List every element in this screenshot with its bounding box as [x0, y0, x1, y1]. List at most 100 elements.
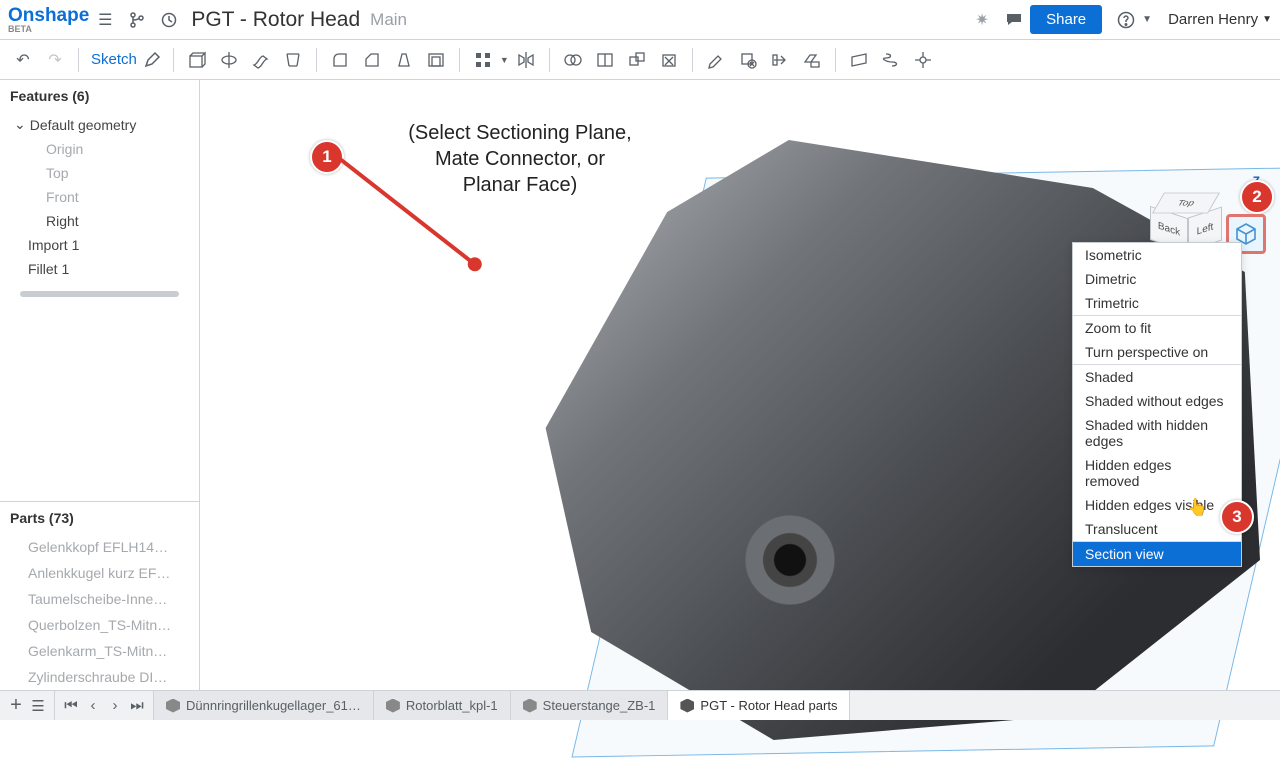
menu-translucent[interactable]: Translucent [1073, 517, 1241, 541]
tab-list-button[interactable]: ☰ [28, 697, 48, 715]
plane-button[interactable] [844, 45, 874, 75]
part-row[interactable]: Zylinderschraube DI… [0, 664, 199, 690]
menu-shaded-hidden[interactable]: Shaded with hidden edges [1073, 413, 1241, 453]
pattern-button[interactable] [468, 45, 498, 75]
cube-face-top[interactable]: Top [1152, 193, 1220, 214]
callout-2: 2 [1240, 180, 1274, 214]
transform-button[interactable] [622, 45, 652, 75]
chevron-down-icon: ⌄ [14, 116, 26, 133]
loft-button[interactable] [278, 45, 308, 75]
branch-label[interactable]: Main [370, 10, 407, 30]
tree-item-origin[interactable]: Origin [0, 137, 199, 161]
tab-prev-button[interactable]: ‹ [83, 697, 103, 714]
tab-first-button[interactable]: ⏮ [61, 697, 81, 714]
beta-badge: BETA [8, 25, 89, 34]
parts-heading: Parts (73) [0, 502, 199, 534]
menu-dimetric[interactable]: Dimetric [1073, 267, 1241, 291]
history-icon[interactable] [157, 8, 181, 32]
menu-section-view[interactable]: Section view [1073, 542, 1241, 566]
redo-button[interactable]: ↷ [40, 45, 70, 75]
tab-item-active[interactable]: PGT - Rotor Head parts [668, 691, 850, 720]
part-row[interactable]: Anlenkkugel kurz EF… [0, 560, 199, 586]
revolve-button[interactable] [214, 45, 244, 75]
help-icon[interactable] [1114, 8, 1138, 32]
branch-icon[interactable] [125, 8, 149, 32]
menu-shaded[interactable]: Shaded [1073, 365, 1241, 389]
tree-item-fillet[interactable]: Fillet 1 [0, 257, 199, 281]
menu-shaded-no-edges[interactable]: Shaded without edges [1073, 389, 1241, 413]
undo-button[interactable]: ↶ [8, 45, 38, 75]
helix-button[interactable] [876, 45, 906, 75]
tab-item[interactable]: Steuerstange_ZB-1 [511, 691, 669, 720]
tree-item-import[interactable]: Import 1 [0, 233, 199, 257]
help-dropdown-icon[interactable]: ▼ [1142, 14, 1152, 25]
tab-item[interactable]: Dünnringrillenkugellager_61… [154, 691, 374, 720]
menu-trimetric[interactable]: Trimetric [1073, 291, 1241, 315]
delete-part-button[interactable] [654, 45, 684, 75]
tab-last-button[interactable]: ⏭ [127, 697, 147, 714]
user-dropdown-icon: ▼ [1262, 14, 1272, 25]
user-name: Darren Henry [1168, 11, 1258, 28]
move-face-button[interactable] [765, 45, 795, 75]
part-row[interactable]: Gelenkkopf EFLH14… [0, 534, 199, 560]
annotation-text: (Select Sectioning Plane, Mate Connector… [370, 120, 670, 198]
3d-canvas[interactable]: (Select Sectioning Plane, Mate Connector… [200, 80, 1280, 690]
pattern-dropdown-icon[interactable]: ▼ [500, 55, 509, 65]
chamfer-button[interactable] [357, 45, 387, 75]
tree-item-front[interactable]: Front [0, 185, 199, 209]
title-bar: Onshape BETA ☰ PGT - Rotor Head Main ✷ S… [0, 0, 1280, 40]
hamburger-icon[interactable]: ☰ [93, 8, 117, 32]
menu-hidden-removed[interactable]: Hidden edges removed [1073, 453, 1241, 493]
app-logo[interactable]: Onshape BETA [8, 6, 89, 34]
app-name: Onshape [8, 5, 89, 26]
bug-icon[interactable]: ✷ [970, 8, 994, 32]
mirror-button[interactable] [511, 45, 541, 75]
feature-tree: ⌄ Default geometry Origin Top Front Righ… [0, 112, 199, 307]
default-geometry-group[interactable]: ⌄ Default geometry [0, 112, 199, 137]
part-row[interactable]: Taumelscheibe-Inne… [0, 586, 199, 612]
boolean-button[interactable] [558, 45, 588, 75]
part-studio-icon [166, 699, 180, 713]
user-menu[interactable]: Darren Henry ▼ [1168, 11, 1272, 28]
draft-button[interactable] [389, 45, 419, 75]
workspace: Features (6) ⌄ Default geometry Origin T… [0, 80, 1280, 690]
menu-hidden-visible[interactable]: Hidden edges visible [1073, 493, 1241, 517]
tree-item-top[interactable]: Top [0, 161, 199, 185]
comment-icon[interactable] [1002, 8, 1026, 32]
menu-zoom-fit[interactable]: Zoom to fit [1073, 316, 1241, 340]
parts-panel: Parts (73) Gelenkkopf EFLH14… Anlenkkuge… [0, 501, 199, 690]
sketch-label: Sketch [91, 51, 137, 68]
menu-perspective[interactable]: Turn perspective on [1073, 340, 1241, 364]
replace-face-button[interactable] [797, 45, 827, 75]
extrude-button[interactable] [182, 45, 212, 75]
split-button[interactable] [590, 45, 620, 75]
delete-face-button[interactable] [733, 45, 763, 75]
menu-isometric[interactable]: Isometric [1073, 243, 1241, 267]
mate-connector-button[interactable] [908, 45, 938, 75]
part-studio-icon [386, 699, 400, 713]
tab-item[interactable]: Rotorblatt_kpl-1 [374, 691, 511, 720]
callout-1: 1 [310, 140, 344, 174]
tab-bar: + ☰ ⏮ ‹ › ⏭ Dünnringrillenkugellager_61…… [0, 690, 1280, 720]
document-title[interactable]: PGT - Rotor Head [191, 8, 360, 32]
tab-next-button[interactable]: › [105, 697, 125, 714]
add-tab-button[interactable]: + [6, 694, 26, 717]
part-row[interactable]: Querbolzen_TS-Mitn… [0, 612, 199, 638]
part-studio-icon [523, 699, 537, 713]
toolbar: ↶ ↷ Sketch ▼ [0, 40, 1280, 80]
callout-3: 3 [1220, 500, 1254, 534]
share-button[interactable]: Share [1030, 5, 1102, 34]
tree-item-right[interactable]: Right [0, 209, 199, 233]
pencil-icon [143, 51, 161, 69]
sketch-button[interactable]: Sketch [87, 51, 165, 69]
modify-button[interactable] [701, 45, 731, 75]
shell-button[interactable] [421, 45, 451, 75]
fillet-button[interactable] [325, 45, 355, 75]
tab-nav: + ☰ [0, 691, 55, 720]
sweep-button[interactable] [246, 45, 276, 75]
group-label: Default geometry [30, 117, 137, 133]
feature-scrollbar[interactable] [20, 291, 179, 297]
features-heading: Features (6) [0, 80, 199, 112]
part-row[interactable]: Gelenkarm_TS-Mitn… [0, 638, 199, 664]
tab-arrows: ⏮ ‹ › ⏭ [55, 691, 154, 720]
